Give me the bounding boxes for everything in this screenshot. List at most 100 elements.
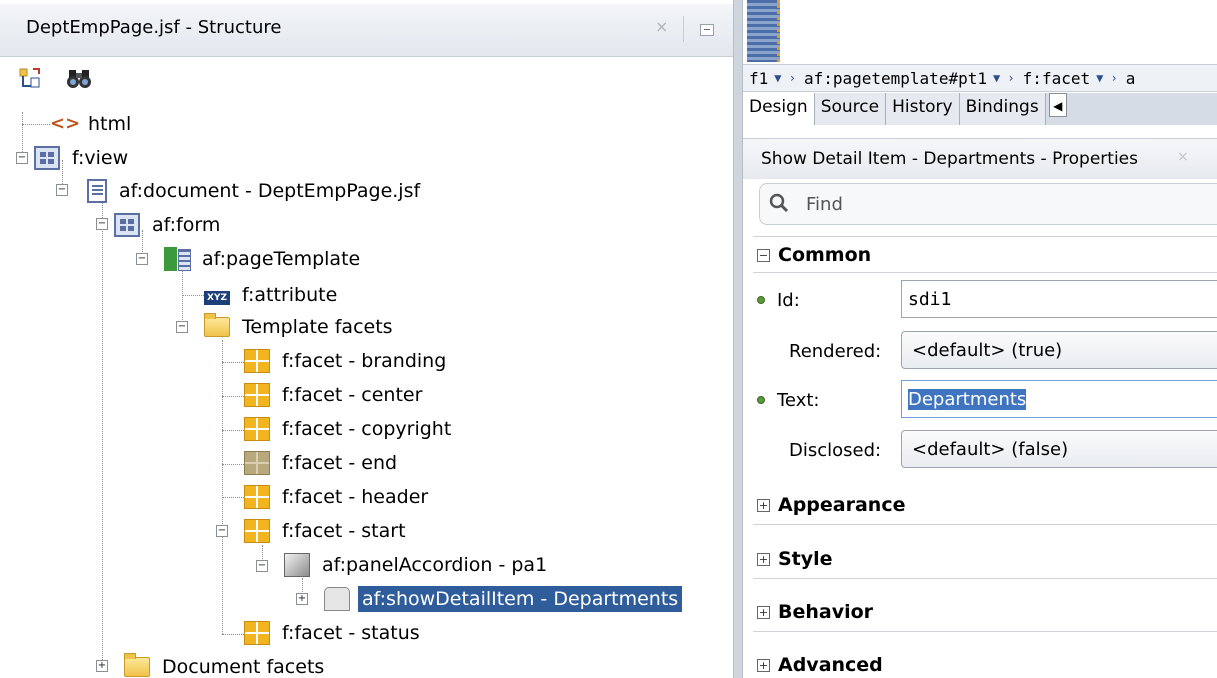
tree-line [222,634,244,635]
tree-node-label: af:form [152,214,221,236]
tree-node-facet-branding[interactable]: f:facet - branding [244,346,450,376]
tree-line [222,497,244,498]
collapse-toggle[interactable]: − [216,525,228,537]
tree-node-af-form[interactable]: af:form [114,210,224,240]
collapse-icon[interactable]: − [757,248,770,262]
section-title: Appearance [778,494,906,516]
find-placeholder: Find [806,194,843,215]
collapse-toggle[interactable]: − [256,560,268,572]
required-marker-icon [757,396,765,404]
tree-node-label: af:document - DeptEmpPage.jsf [119,180,421,202]
section-title: Common [778,244,872,266]
tree-node-label: html [88,113,132,135]
expand-icon[interactable]: + [757,552,770,566]
binoculars-icon[interactable] [66,66,92,90]
close-icon[interactable]: × [655,17,668,36]
structure-panel: DeptEmpPage.jsf - Structure × − − − − − … [0,0,733,678]
tab-history[interactable]: History [886,93,960,125]
section-advanced[interactable]: + Advanced [753,650,1217,678]
chevron-down-icon[interactable]: ▼ › [993,71,1015,85]
tree-node-html[interactable]: <> html [50,109,135,139]
find-input[interactable]: Find [759,183,1217,225]
facet-icon [244,519,270,543]
section-divider [753,236,1217,237]
breadcrumb-item[interactable]: f:facet [1017,69,1096,88]
tree-node-label: f:facet - branding [282,350,447,372]
tree-node-facet-status[interactable]: f:facet - status [244,618,424,648]
tree-node-f-attribute[interactable]: XYZ f:attribute [204,280,341,310]
id-field[interactable]: sdi1 [901,280,1217,318]
property-id: Id: sdi1 [743,278,1217,322]
section-appearance[interactable]: + Appearance [753,490,1217,520]
tree-node-panel-accordion[interactable]: af:panelAccordion - pa1 [284,550,551,580]
collapse-toggle[interactable]: − [56,184,68,196]
tab-bindings[interactable]: Bindings [959,93,1046,125]
tree-node-f-view[interactable]: f:view [34,143,132,173]
property-label: Text: [777,390,820,411]
breadcrumb-item[interactable]: af:pagetemplate#pt1 [798,69,993,88]
section-style[interactable]: + Style [753,544,1217,574]
expand-toggle[interactable]: + [296,593,308,605]
tree-node-label: af:panelAccordion - pa1 [322,554,548,576]
expand-icon[interactable]: + [757,658,770,672]
page-template-icon [164,247,191,271]
tree-node-template-facets[interactable]: Template facets [204,312,397,342]
tree-node-af-pagetemplate[interactable]: af:pageTemplate [164,244,364,274]
collapse-toggle[interactable]: − [176,321,188,333]
tree-line [222,430,244,431]
section-divider [753,272,1217,273]
chevron-down-icon[interactable]: ▼ › [1096,71,1118,85]
tab-source[interactable]: Source [814,93,887,125]
tree-node-show-detail-item[interactable]: af:showDetailItem - Departments [324,584,683,614]
structure-panel-header: DeptEmpPage.jsf - Structure × [0,4,733,57]
properties-title: Show Detail Item - Departments - Propert… [761,149,1138,169]
tree-node-document-facets[interactable]: Document facets [124,652,328,678]
close-icon[interactable]: × [1177,149,1189,165]
section-divider [753,524,1217,525]
scroll-left-icon[interactable]: ◀ [1048,93,1067,117]
tab-design[interactable]: Design [743,93,815,125]
expand-icon[interactable]: + [757,605,770,619]
document-icon [87,179,107,203]
expand-icon[interactable]: + [757,498,770,512]
show-detail-item-icon [324,587,350,611]
freeze-view-icon[interactable] [17,66,43,90]
tree-node-af-document[interactable]: af:document - DeptEmpPage.jsf [84,176,424,206]
grid-icon [114,213,140,237]
design-canvas[interactable] [743,0,1217,64]
minimize-icon[interactable] [700,24,714,36]
property-rendered: Rendered: <default> (true) [743,329,1217,373]
section-title: Style [778,548,833,570]
section-divider [753,631,1217,632]
collapse-toggle[interactable]: − [136,253,148,265]
section-common[interactable]: − Common [753,240,1217,270]
tree-node-facet-end[interactable]: f:facet - end [244,448,401,478]
tree-node-facet-center[interactable]: f:facet - center [244,380,426,410]
structure-panel-title: DeptEmpPage.jsf - Structure [26,17,282,38]
tree-line [22,124,50,125]
disclosed-select[interactable]: <default> (false) [901,430,1217,468]
collapse-toggle[interactable]: − [96,218,108,230]
tree-node-label: f:facet - start [282,520,406,542]
editor-tabs: Design Source History Bindings ◀ [743,93,1217,125]
html-tag-icon: <> [50,113,81,134]
facet-icon [244,621,270,645]
section-behavior[interactable]: + Behavior [753,597,1217,627]
tree-line [182,295,204,296]
tree-node-label: Template facets [242,316,393,338]
collapse-toggle[interactable]: − [16,152,28,164]
properties-header: Show Detail Item - Departments - Propert… [743,138,1217,179]
text-field[interactable]: Departments [901,380,1217,418]
chevron-down-icon[interactable]: ▼ › [774,71,796,85]
expand-toggle[interactable]: + [96,660,108,672]
breadcrumb-item[interactable]: a [1120,69,1142,88]
tree-node-facet-header[interactable]: f:facet - header [244,482,432,512]
breadcrumb-item[interactable]: f1 [743,69,774,88]
panel-splitter[interactable] [733,0,743,678]
tree-node-facet-start[interactable]: f:facet - start [244,516,410,546]
tree-line [102,196,103,666]
tree-node-facet-copyright[interactable]: f:facet - copyright [244,414,455,444]
tree-node-label: f:attribute [242,284,338,306]
facet-empty-icon [244,451,270,475]
rendered-select[interactable]: <default> (true) [901,331,1217,369]
